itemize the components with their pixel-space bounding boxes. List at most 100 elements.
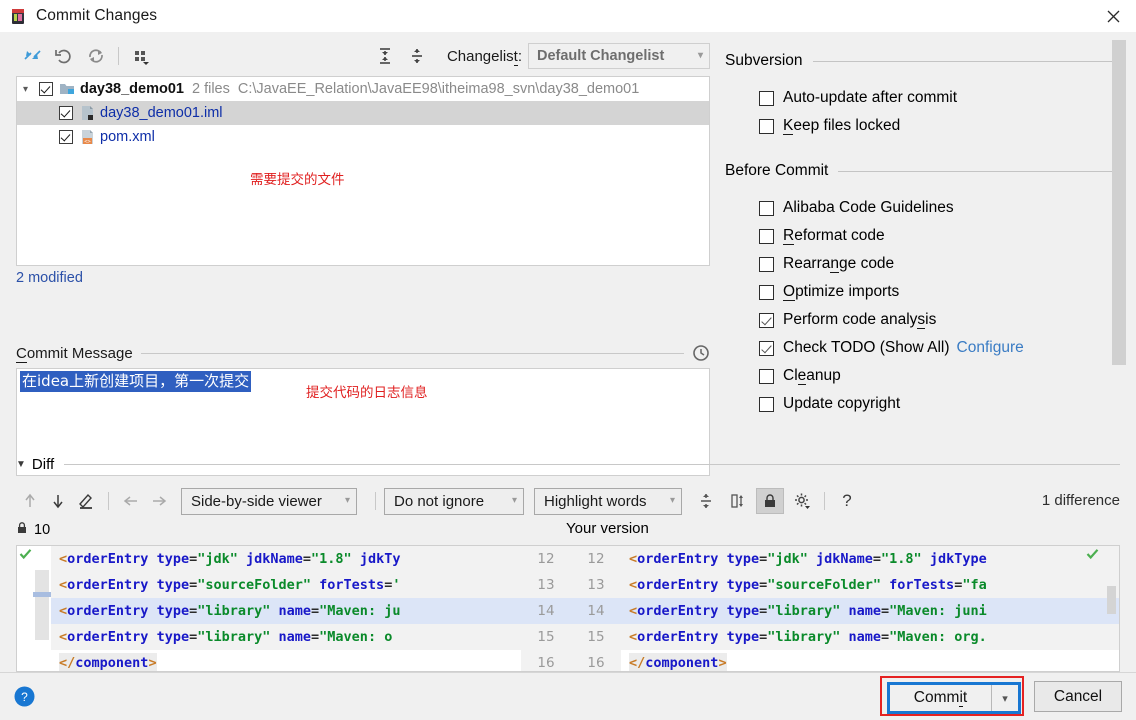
checkbox-iml-file[interactable] [59, 106, 73, 120]
collapse-unchanged-icon[interactable] [692, 488, 720, 514]
code-line: <orderEntry type="jdk" jdkName="1.8" jdk… [51, 546, 521, 572]
checkbox-optimize-imports[interactable]: Optimize imports [759, 278, 1117, 306]
diff-right-pane[interactable]: <orderEntry type="jdk" jdkName="1.8" jdk… [621, 546, 1119, 671]
checkbox-alibaba-code-guidelines[interactable]: Alibaba Code Guidelines [759, 194, 1117, 222]
cancel-button[interactable]: Cancel [1034, 681, 1122, 712]
show-diff-icon[interactable] [16, 41, 48, 71]
apply-right-icon[interactable] [145, 488, 173, 514]
changelist-value: Default Changelist [537, 48, 665, 64]
checkbox-keep-files-locked[interactable]: Keep files locked [759, 112, 1117, 140]
checkbox-check-todo[interactable]: Check TODO (Show All) Configure [759, 334, 1117, 362]
synchronize-scrolling-icon[interactable] [724, 488, 752, 514]
previous-difference-icon[interactable] [16, 488, 44, 514]
checkbox-label: Keep files locked [783, 117, 900, 135]
modified-status: 2 modified [16, 270, 83, 286]
mnemonic: K [783, 117, 794, 135]
refresh-icon[interactable] [80, 41, 112, 71]
right-line-number: 15 [587, 629, 605, 645]
checkbox-box [759, 368, 774, 384]
checkbox-root[interactable] [39, 82, 53, 96]
ignore-mode-dropdown[interactable]: Do not ignore ▾ [384, 487, 524, 515]
configure-link[interactable]: Configure [957, 339, 1024, 357]
apply-left-icon[interactable] [117, 488, 145, 514]
checkbox-label: Update copyright [783, 395, 901, 412]
right-line-number: 12 [587, 551, 605, 567]
xml-file-icon: <> [79, 129, 96, 145]
commit-button-label: Commit [890, 689, 991, 707]
changelist-label: Changelist: [447, 47, 522, 66]
label-rest: ptimize imports [795, 283, 900, 300]
viewer-mode-dropdown[interactable]: Side-by-side viewer ▾ [181, 487, 357, 515]
line-number-row: 14 14 [521, 598, 621, 624]
code-line: <orderEntry type="sourceFolder" forTests… [621, 572, 1119, 598]
checkbox-auto-update-after-commit[interactable]: Auto-update after commit [759, 84, 1117, 112]
checkbox-update-copyright[interactable]: Update copyright [759, 390, 1117, 418]
help-question-icon[interactable]: ? [833, 488, 861, 514]
mnemonic: n [830, 255, 840, 273]
checkbox-cleanup[interactable]: Cleanup [759, 362, 1117, 390]
mnemonic: R [783, 227, 795, 245]
commit-button[interactable]: Commit ▾ [887, 682, 1021, 714]
checkbox-perform-code-analysis[interactable]: Perform code analysis [759, 306, 1117, 334]
revert-icon[interactable] [48, 41, 80, 71]
group-by-icon[interactable] [125, 41, 157, 71]
mnemonic: s [917, 311, 926, 329]
checkbox-label: Auto-update after commit [783, 89, 958, 106]
before-commit-group-header: Before Commit [725, 162, 1117, 180]
checkbox-label: Rearrange code [783, 255, 894, 273]
cancel-button-label: Cancel [1053, 687, 1103, 705]
label-pre: Perform code analy [783, 311, 918, 328]
chevron-down-icon[interactable]: ▾ [992, 692, 1018, 705]
divider [838, 170, 1117, 172]
settings-gear-icon[interactable] [788, 488, 816, 514]
table-row[interactable]: <> pom.xml [17, 125, 709, 149]
line-number-row: 12 12 [521, 546, 621, 572]
checkbox-label: Cleanup [783, 367, 841, 385]
checkbox-box [759, 340, 774, 356]
read-only-lock-icon[interactable] [756, 488, 784, 514]
changed-files-tree[interactable]: ▾ day38_demo01 2 files C:\JavaEE_Relatio… [16, 76, 710, 266]
chevron-down-icon[interactable]: ▼ [16, 459, 26, 470]
annotation-commit-message: 提交代码的日志信息 [306, 385, 428, 400]
checkbox-pom-file[interactable] [59, 130, 73, 144]
commit-options-panel: Subversion Auto-update after commit Keep… [716, 32, 1136, 452]
code-text: <orderEntry type="library" name="Maven: … [629, 603, 987, 619]
checkbox-rearrange-code[interactable]: Rearrange code [759, 250, 1117, 278]
diff-section-header[interactable]: ▼ Diff [16, 454, 1120, 474]
highlight-mode-dropdown[interactable]: Highlight words ▾ [534, 487, 682, 515]
checkbox-box [759, 256, 774, 272]
title-bar: Commit Changes [0, 0, 1136, 32]
collapse-all-icon[interactable] [401, 41, 433, 71]
expand-all-icon[interactable] [369, 41, 401, 71]
diff-left-gutter [17, 546, 33, 671]
next-difference-icon[interactable] [44, 488, 72, 514]
clock-icon[interactable] [692, 344, 710, 362]
chevron-down-icon: ▾ [697, 50, 703, 61]
options-scrollbar[interactable] [1112, 40, 1126, 365]
chevron-down-icon[interactable]: ▾ [23, 84, 39, 95]
code-text: <orderEntry type="sourceFolder" forTests… [59, 577, 401, 593]
checkbox-reformat-code[interactable]: Reformat code [759, 222, 1117, 250]
mnemonic: O [783, 283, 796, 301]
diff-right-title: Your version [566, 520, 649, 537]
checkbox-label: Reformat code [783, 227, 885, 245]
edit-source-icon[interactable] [72, 488, 100, 514]
tree-root-path: C:\JavaEE_Relation\JavaEE98\itheima98_sv… [237, 81, 640, 97]
diff-viewer[interactable]: <orderEntry type="jdk" jdkName="1.8" jdk… [16, 545, 1120, 672]
checkbox-label: Alibaba Code Guidelines [783, 199, 954, 216]
label-post: anup [806, 367, 841, 384]
chevron-down-icon: ▾ [344, 495, 350, 506]
divider [140, 352, 684, 354]
label-post: is [925, 311, 937, 328]
changelist-dropdown[interactable]: Default Changelist ▾ [528, 43, 710, 69]
help-icon[interactable]: ? [14, 686, 35, 707]
checkbox-box [759, 200, 774, 216]
close-icon[interactable] [1090, 0, 1136, 32]
diff-left-pane[interactable]: <orderEntry type="jdk" jdkName="1.8" jdk… [51, 546, 521, 671]
label-post: t [962, 689, 968, 706]
table-row[interactable]: day38_demo01.iml [17, 101, 709, 125]
table-row[interactable]: ▾ day38_demo01 2 files C:\JavaEE_Relatio… [17, 77, 709, 101]
diff-left-scrollbar[interactable] [33, 546, 51, 671]
checkbox-label: Check TODO (Show All) [783, 339, 950, 356]
chevron-down-icon: ▾ [511, 495, 517, 506]
